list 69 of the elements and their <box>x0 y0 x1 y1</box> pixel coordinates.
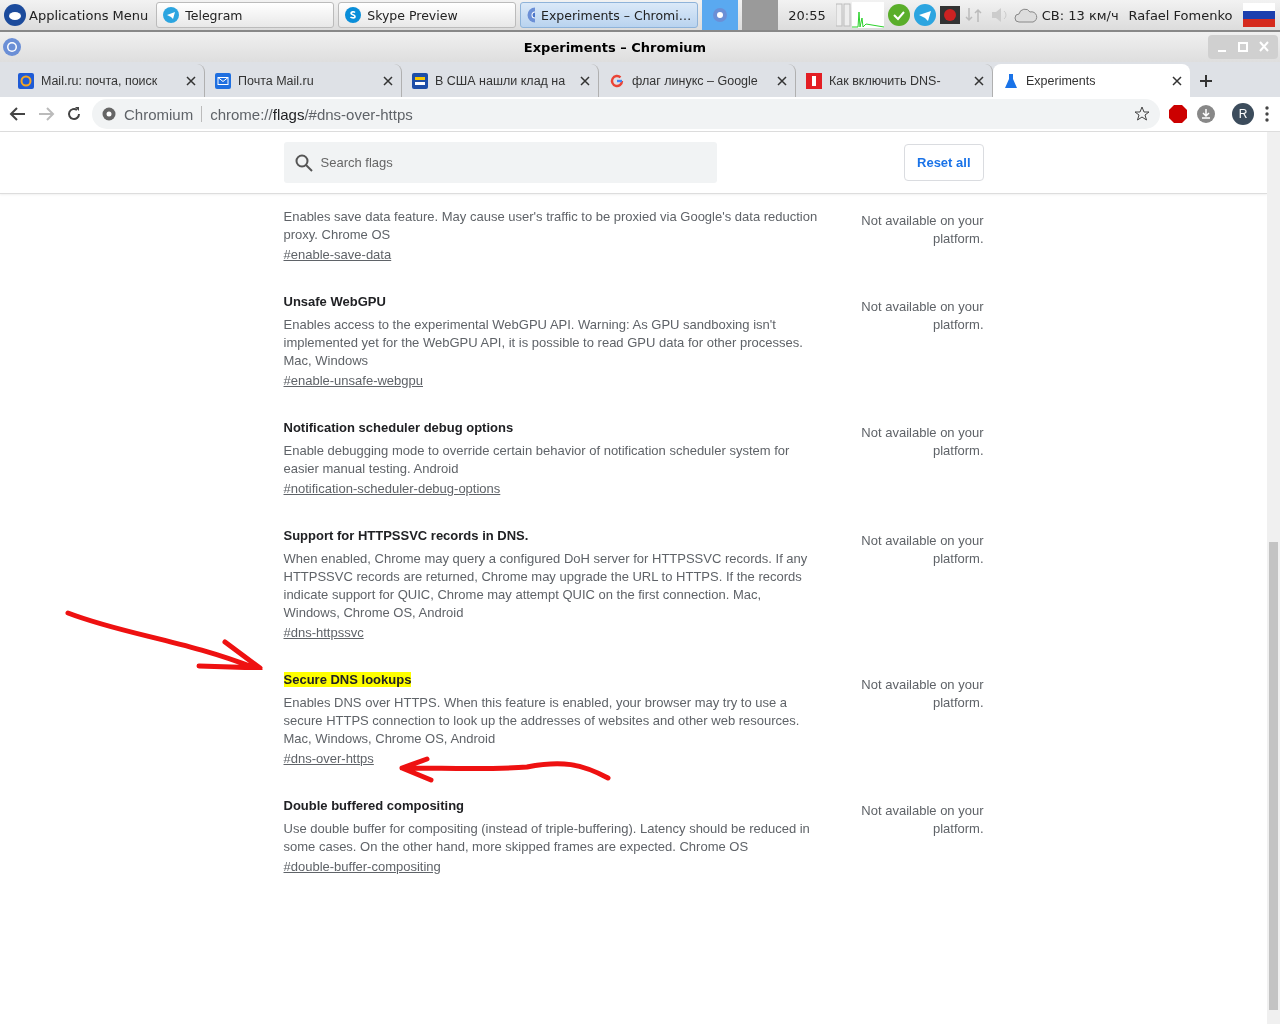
close-icon[interactable] <box>186 75 196 86</box>
flag-link[interactable]: #dns-httpssvc <box>283 625 364 640</box>
clock[interactable]: 20:55 <box>782 7 832 23</box>
envelope-icon <box>215 72 231 89</box>
flag-description: Enables save data feature. May cause user's traffic to be proxied via Google's data reduction proxy. Chrome OS <box>283 208 819 244</box>
user-name[interactable]: Rafael Fomenko <box>1122 7 1239 23</box>
flag-link[interactable]: #notification-scheduler-debug-options <box>283 481 501 496</box>
paper-plane-icon <box>163 7 180 23</box>
flag-icon[interactable] <box>1242 3 1275 27</box>
google-g-icon <box>609 72 625 89</box>
flag-link[interactable]: #enable-save-data <box>283 247 392 262</box>
flag-title: Unsafe WebGPU <box>283 294 386 309</box>
adblock-icon[interactable] <box>1168 104 1188 124</box>
flag-description: When enabled, Chrome may query a configured DoH server for HTTPSSVC records. If any HTTPSSVC records are returned, Chrome may upgrade the URL to HTTPS. If the records indicate support for QUIC, Chrome may attempt QUIC on the first connection. Mac, Windows, Chrome OS, Android <box>283 550 809 622</box>
flag-status: Not available on your platform. <box>860 676 984 712</box>
taskbar-task[interactable]: Experiments – Chromi… <box>520 2 699 28</box>
close-icon[interactable] <box>580 75 590 86</box>
star-icon[interactable] <box>1134 106 1150 122</box>
browser-tab[interactable]: Experiments <box>993 64 1190 97</box>
close-icon[interactable] <box>777 75 787 86</box>
flag-description: Enables DNS over HTTPS. When this feature is enabled, your browser may try to use a secure HTTPS connection to look up the addresses of websites and other web resources. Mac, Windows, Chrome OS, Android <box>283 694 801 748</box>
applications-menu-button[interactable]: Applications Menu <box>0 0 153 30</box>
at-sign-icon <box>18 72 34 89</box>
browser-tab[interactable]: Mail.ru: почта, поиск <box>8 64 205 97</box>
browser-tab[interactable]: Почта Mail.ru <box>205 64 402 97</box>
close-icon[interactable] <box>1172 75 1182 86</box>
window-title: Experiments – Chromium <box>522 39 708 55</box>
flask-icon <box>1003 72 1019 89</box>
skype-icon <box>345 7 362 23</box>
flag-status: Not available on your platform. <box>860 532 984 568</box>
taskbar-task[interactable]: Telegram <box>156 2 335 28</box>
flag-link[interactable]: #double-buffer-compositing <box>283 859 441 874</box>
browser-tab[interactable]: В США нашли клад на <box>402 64 599 97</box>
cpu-graph-icon <box>835 2 884 28</box>
flag-title: Support for HTTPSSVC records in DNS. <box>283 528 529 543</box>
browser-tab[interactable]: Как включить DNS- <box>796 64 993 97</box>
browser-tab[interactable]: флаг линукс – Google <box>599 64 796 97</box>
taskbar-task[interactable]: Skype Preview <box>338 2 517 28</box>
flag-title: Secure DNS lookups <box>283 672 412 687</box>
flag-status: Not available on your platform. <box>860 212 984 248</box>
flag-description: Enable debugging mode to override certain behavior of notification scheduler system for easier manual testing. Android <box>283 442 791 478</box>
check-icon[interactable] <box>887 4 910 26</box>
flag-description: Enables access to the experimental WebGPU API. Warning: As GPU sandboxing isn't implemented yet for the WebGPU API, it is possible to read GPU data for other processes. Mac, Windows <box>283 316 804 370</box>
menu-icon[interactable] <box>1262 104 1272 124</box>
flag-title: Double buffered compositing <box>283 798 465 813</box>
square-logo-icon <box>806 72 822 89</box>
download-icon[interactable] <box>1196 104 1216 124</box>
flag-status: Not available on your platform. <box>860 298 984 334</box>
flag-link[interactable]: #dns-over-https <box>283 751 374 766</box>
address-bar[interactable]: Chromium chrome://flags/#dns-over-https <box>92 99 1160 129</box>
reset-all-button[interactable]: Reset all <box>904 144 984 181</box>
flag-status: Not available on your platform. <box>860 802 984 838</box>
flag-link[interactable]: #enable-unsafe-webgpu <box>283 373 423 388</box>
flag-status: Not available on your platform. <box>860 424 984 460</box>
search-field[interactable]: Search flags <box>283 142 717 183</box>
news-icon <box>412 72 428 89</box>
site-name: Chromium <box>124 105 194 123</box>
record-icon[interactable] <box>939 6 960 24</box>
flag-title: Notification scheduler debug options <box>283 420 514 435</box>
scrollbar[interactable] <box>1267 132 1280 1024</box>
chromium-launcher-icon[interactable] <box>702 0 739 30</box>
close-icon[interactable] <box>383 75 393 86</box>
cloud-icon <box>1013 6 1038 24</box>
flag-description: Use double buffer for compositing (instead of triple-buffering). Latency should be reduced in some cases. On the other hand, more skipped frames are expected. Chrome OS <box>283 820 811 856</box>
profile-avatar[interactable]: R <box>1232 103 1254 125</box>
search-icon <box>294 154 313 172</box>
url-text: chrome://flags/#dns-over-https <box>210 105 413 123</box>
close-icon[interactable] <box>974 75 984 86</box>
weather-wind: СВ: 13 км/ч <box>1041 7 1119 23</box>
